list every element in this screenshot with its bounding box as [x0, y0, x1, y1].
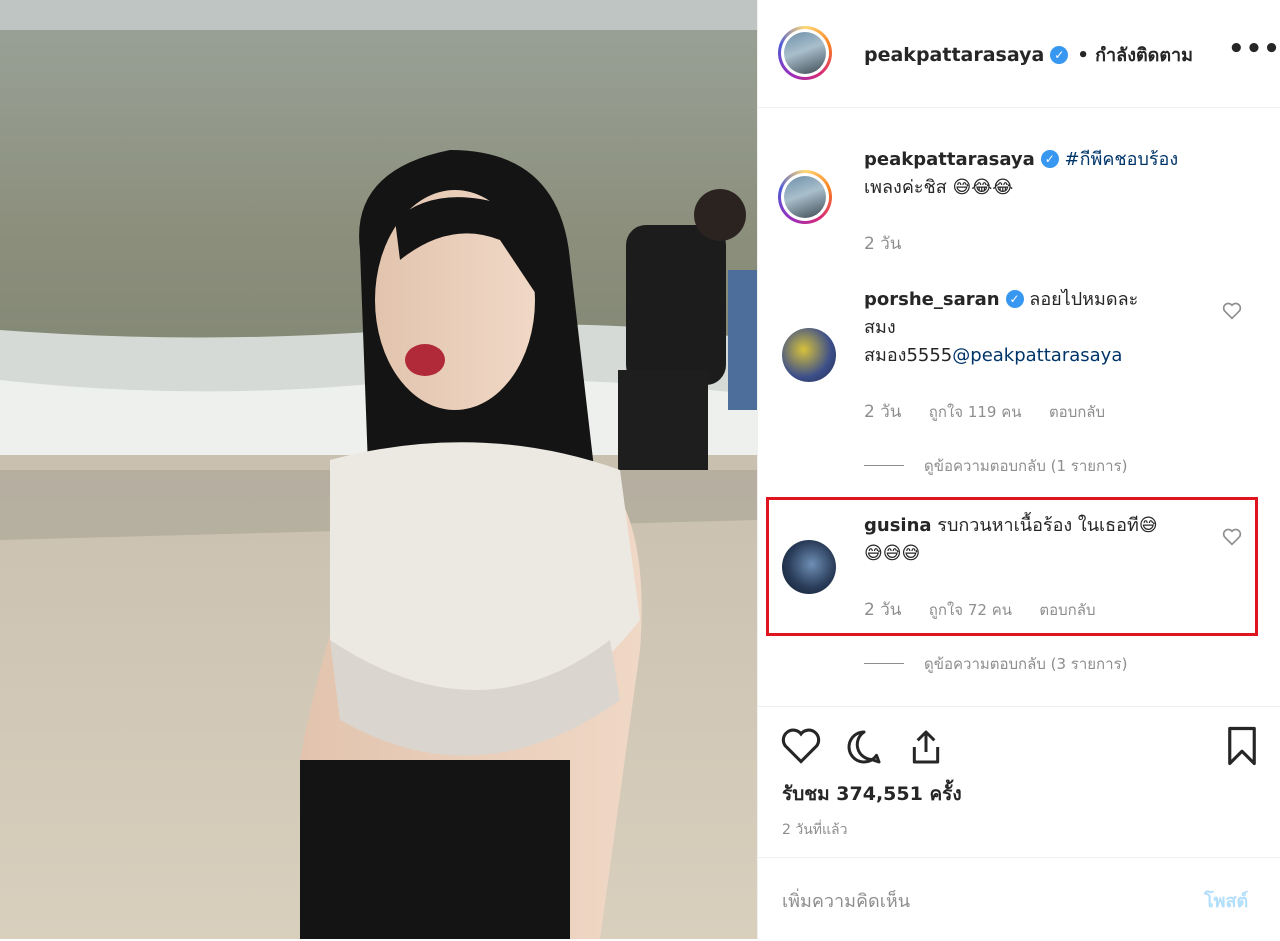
- post-actions: รับชม 374,551 ครั้ง 2 วันที่แล้ว เพิ่มคว…: [758, 706, 1280, 940]
- reply-button[interactable]: ตอบกลับ: [1049, 403, 1105, 421]
- comment-text-line: สมอง5555: [864, 345, 953, 366]
- caption-text: peakpattarasaya ✓ #กีพีคชอบร้อง เพลงค่ะชิ…: [864, 146, 1204, 202]
- like-comment-heart-icon[interactable]: [1222, 302, 1242, 320]
- comment-age: 2 วัน: [864, 402, 902, 422]
- comment-text: porshe_saran ✓ ลอยไปหมดละ สมง สมอง5555@pe…: [864, 286, 1204, 370]
- more-options-icon[interactable]: •••: [1228, 34, 1280, 64]
- verified-badge-icon: ✓: [1050, 46, 1069, 64]
- caption-avatar[interactable]: [778, 170, 832, 224]
- save-bookmark-icon[interactable]: [1224, 725, 1260, 767]
- comment-bubble-icon[interactable]: [844, 727, 884, 767]
- comment-meta: 2 วัน ถูกใจ 119 คน ตอบกลับ: [864, 398, 1127, 425]
- comment-mention[interactable]: @peakpattarasaya: [952, 345, 1122, 366]
- caption-username[interactable]: peakpattarasaya: [864, 149, 1035, 170]
- header-user: peakpattarasaya ✓ • กำลังติดตาม: [864, 40, 1193, 69]
- post-comment-button[interactable]: โพสต์: [1204, 886, 1248, 915]
- view-count[interactable]: รับชม 374,551 ครั้ง: [782, 779, 962, 809]
- post-timestamp: 2 วันที่แล้ว: [782, 822, 848, 838]
- view-replies-text[interactable]: ดูข้อความตอบกลับ (3 รายการ): [924, 655, 1127, 673]
- post-sidebar: peakpattarasaya ✓ • กำลังติดตาม ••• peakp…: [757, 0, 1280, 939]
- comment-text-line: สมง: [864, 317, 896, 338]
- comment-username[interactable]: porshe_saran: [864, 289, 1000, 310]
- verified-badge-icon: ✓: [1005, 290, 1024, 308]
- author-username[interactable]: peakpattarasaya: [864, 44, 1044, 66]
- verified-badge-icon: ✓: [1040, 150, 1059, 168]
- beach-video-frame: [0, 0, 757, 939]
- add-comment-bar: เพิ่มความคิดเห็น โพสต์: [758, 857, 1280, 941]
- post-header: peakpattarasaya ✓ • กำลังติดตาม •••: [758, 0, 1280, 108]
- like-heart-icon[interactable]: [780, 727, 822, 765]
- author-avatar[interactable]: [778, 26, 832, 80]
- instagram-post-view: peakpattarasaya ✓ • กำลังติดตาม ••• peakp…: [0, 0, 1280, 939]
- caption-age: 2 วัน: [864, 230, 923, 257]
- follow-status[interactable]: • กำลังติดตาม: [1077, 45, 1193, 66]
- caption-age-text: 2 วัน: [864, 234, 902, 254]
- caption-body: เพลงค่ะชิส 😅😂😂: [864, 177, 1014, 198]
- comment-input[interactable]: เพิ่มความคิดเห็น: [782, 886, 910, 915]
- view-replies-text[interactable]: ดูข้อความตอบกลับ (1 รายการ): [924, 457, 1127, 475]
- view-replies-link[interactable]: ดูข้อความตอบกลับ (1 รายการ): [864, 454, 1127, 478]
- comment-text-line: ลอยไปหมดละ: [1029, 289, 1139, 310]
- post-video[interactable]: [0, 0, 757, 939]
- share-icon[interactable]: [906, 727, 946, 767]
- commenter-avatar[interactable]: [782, 328, 836, 382]
- caption-hashtag[interactable]: #กีพีคชอบร้อง: [1065, 149, 1179, 170]
- replies-divider: [864, 465, 904, 466]
- replies-divider: [864, 663, 904, 664]
- comment-likes[interactable]: ถูกใจ 119 คน: [929, 403, 1022, 421]
- highlight-box: [766, 497, 1258, 636]
- view-replies-link[interactable]: ดูข้อความตอบกลับ (3 รายการ): [864, 652, 1127, 676]
